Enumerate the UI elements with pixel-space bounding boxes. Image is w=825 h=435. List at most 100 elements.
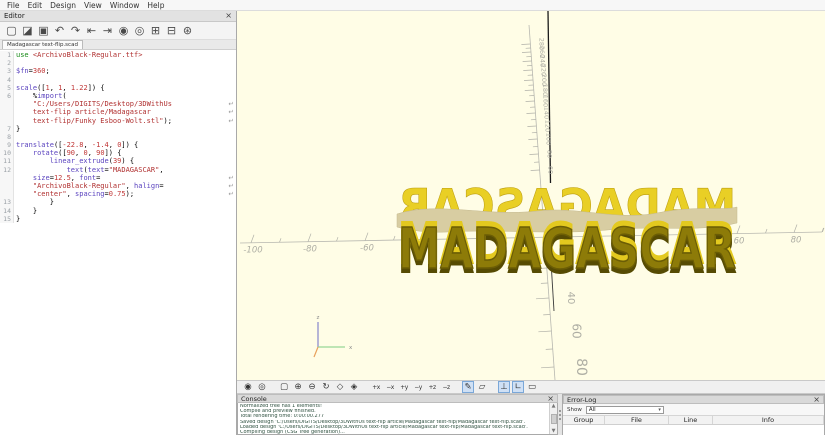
view-all-icon[interactable]: ◇ (334, 381, 346, 393)
error-log-close-icon[interactable]: × (813, 395, 820, 404)
axis-label: 80 (791, 235, 802, 245)
render-icon[interactable]: ◎ (256, 381, 268, 393)
console-log[interactable]: Normalized tree has 1 elements! Compile a… (237, 403, 558, 435)
line-number: 6 (0, 91, 14, 101)
menu-view[interactable]: View (80, 1, 106, 10)
error-filter-dropdown[interactable]: All ▾ (585, 405, 664, 414)
orthographic-icon[interactable]: ◈ (348, 381, 360, 393)
code-text: } (16, 198, 54, 207)
scroll-up-icon[interactable]: ▲ (552, 403, 556, 409)
redo-icon[interactable]: ↷ (68, 23, 83, 38)
code-text: %import( (16, 91, 67, 100)
new-file-icon[interactable]: ▢ (4, 23, 19, 38)
editor-tabstrip: Madagascar text-flip.scad (0, 40, 236, 50)
select-object-icon[interactable]: ▢ (278, 381, 290, 393)
console-close-icon[interactable]: × (547, 394, 554, 403)
column-header-line[interactable]: Line (669, 416, 713, 424)
export-image-icon[interactable]: ⊟ (164, 23, 179, 38)
view-left-icon[interactable]: −x (384, 381, 396, 393)
code-text: text-flip article/Madagascar (32, 108, 151, 117)
editor-title: Editor (4, 12, 25, 20)
tab-madagascar-text-flip[interactable]: Madagascar text-flip.scad (2, 40, 83, 49)
code-text: text(text="MADAGASCAR", (66, 165, 164, 174)
undo-icon[interactable]: ↶ (52, 23, 67, 38)
menu-help[interactable]: Help (143, 1, 168, 10)
zoom-out-icon[interactable]: ⊖ (306, 381, 318, 393)
code-text: } (16, 206, 38, 215)
menu-window[interactable]: Window (106, 1, 144, 10)
line-number (0, 182, 14, 191)
axis-label: 120 (543, 120, 551, 132)
open-file-icon[interactable]: ◪ (20, 23, 35, 38)
axis-label: -80 (303, 245, 317, 255)
line-number: 2 (0, 59, 14, 68)
show-axes-icon[interactable]: ⊥ (498, 381, 511, 393)
console-line: Compiling design (CSG Tree generation)..… (240, 430, 345, 435)
error-log-rows (563, 425, 824, 435)
column-header-file[interactable]: File (605, 416, 669, 424)
code-text: use <ArchivoBlack-Regular.ttf> (16, 51, 143, 59)
indent-icon[interactable]: ⇥ (100, 23, 115, 38)
menu-file[interactable]: File (3, 1, 24, 10)
viewport-3d[interactable]: 60 80 100 120 140 160 180 200 220 240 260 280 20 40 60… (237, 11, 825, 380)
line-number: 8 (0, 132, 14, 142)
code-line: 5 scale([1, 1, 1.22]) { (0, 83, 236, 92)
axis-label: 140 (542, 107, 550, 119)
gizmo-y-axis (313, 346, 319, 358)
code-text: linear_extrude(39) { (49, 157, 135, 166)
zoom-in-icon[interactable]: ⊕ (292, 381, 304, 393)
line-number: 1 (0, 51, 14, 60)
code-text: scale([1, 1, 1.22]) { (16, 83, 105, 92)
code-editor[interactable]: 1 use <ArchivoBlack-Regular.ttf> 2 3 $fn=360… (0, 51, 236, 435)
show-scale-markers-icon[interactable]: ∟ (512, 381, 525, 393)
code-line: 15} (0, 214, 236, 223)
view-back-icon[interactable]: +y (398, 381, 410, 393)
line-number: 12 (0, 165, 14, 174)
preview-icon[interactable]: ◉ (242, 381, 254, 393)
line-number: 11 (0, 157, 14, 166)
render-icon[interactable]: ◎ (132, 23, 147, 38)
export-stl-icon[interactable]: ⊞ (148, 23, 163, 38)
code-line: "center", spacing=0.75); ↵ (0, 190, 236, 199)
view-front-icon[interactable]: −y (412, 381, 424, 393)
menu-design[interactable]: Design (46, 1, 80, 10)
reset-view-icon[interactable]: ↻ (320, 381, 332, 393)
axis-label: 280 (537, 38, 545, 50)
view-bottom-icon[interactable]: −z (440, 381, 452, 393)
console-scrollbar[interactable]: ▲ ▼ (549, 403, 557, 434)
code-line: 6 %import( (0, 91, 236, 101)
filter-value: All (588, 406, 596, 413)
reset-customizer-icon[interactable]: ⊛ (180, 23, 195, 38)
console-titlebar: Console × (237, 394, 558, 403)
code-text: } (16, 124, 21, 133)
wrap-indicator-icon: ↵ (228, 173, 234, 182)
code-line: text-flip/Funky Esboo-Wolt.stl"); ↵ (0, 116, 236, 125)
line-number (0, 108, 14, 117)
code-line: "C:/Users/DIGITS/Desktop/3DWithUs ↵ (0, 100, 236, 109)
scroll-down-icon[interactable]: ▼ (552, 428, 556, 434)
line-number (0, 190, 14, 199)
perspective-icon[interactable]: ✎ (462, 381, 475, 393)
save-file-icon[interactable]: ▣ (36, 23, 51, 38)
openscad-window: File Edit Design View Window Help Editor × ▢ ◪… (0, 0, 825, 435)
menu-edit[interactable]: Edit (24, 1, 47, 10)
unindent-icon[interactable]: ⇤ (84, 23, 99, 38)
view-top-icon[interactable]: +z (426, 381, 438, 393)
column-header-info[interactable]: Info (713, 416, 824, 424)
code-text: } (16, 214, 21, 223)
scrollbar-thumb[interactable] (550, 413, 557, 424)
code-line: 10 rotate([90, 0, 90]) { (0, 149, 236, 158)
preview-icon[interactable]: ◉ (116, 23, 131, 38)
editor-close-icon[interactable]: × (225, 12, 232, 20)
orthogonal-icon[interactable]: ▱ (476, 381, 488, 393)
wrap-indicator-icon: ↵ (228, 190, 234, 199)
line-number: 7 (0, 124, 14, 133)
line-number: 14 (0, 206, 14, 215)
column-header-group[interactable]: Group (563, 416, 605, 424)
axes-gizmo: z x (313, 315, 353, 358)
show-edges-icon[interactable]: ▭ (526, 381, 538, 393)
wrap-indicator-icon: ↵ (228, 100, 234, 109)
view-right-icon[interactable]: +x (370, 381, 382, 393)
